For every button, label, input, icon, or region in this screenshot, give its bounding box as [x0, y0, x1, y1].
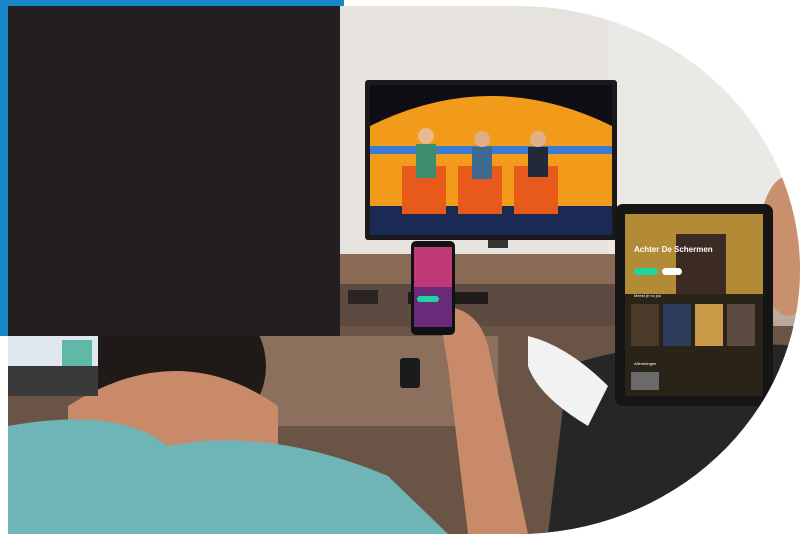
smartphone — [411, 241, 455, 335]
tablet-row-label: Meest je nu jou — [634, 293, 662, 298]
dark-overlay-panel — [8, 6, 340, 336]
tablet-show-title: Achter De Schermen — [634, 245, 713, 254]
tablet-secondary-button — [662, 268, 682, 275]
tablet-primary-button — [634, 268, 658, 275]
tablet — [615, 204, 773, 406]
tablet-episodes-label: Afleveringen — [634, 361, 657, 366]
phone-cta-button — [417, 296, 439, 302]
photo-composition: Achter De Schermen Meest je nu jou Aflev… — [0, 0, 800, 534]
remote-control — [400, 358, 420, 388]
blue-frame-left — [0, 0, 8, 336]
television — [365, 80, 617, 248]
blue-frame-top — [0, 0, 344, 6]
